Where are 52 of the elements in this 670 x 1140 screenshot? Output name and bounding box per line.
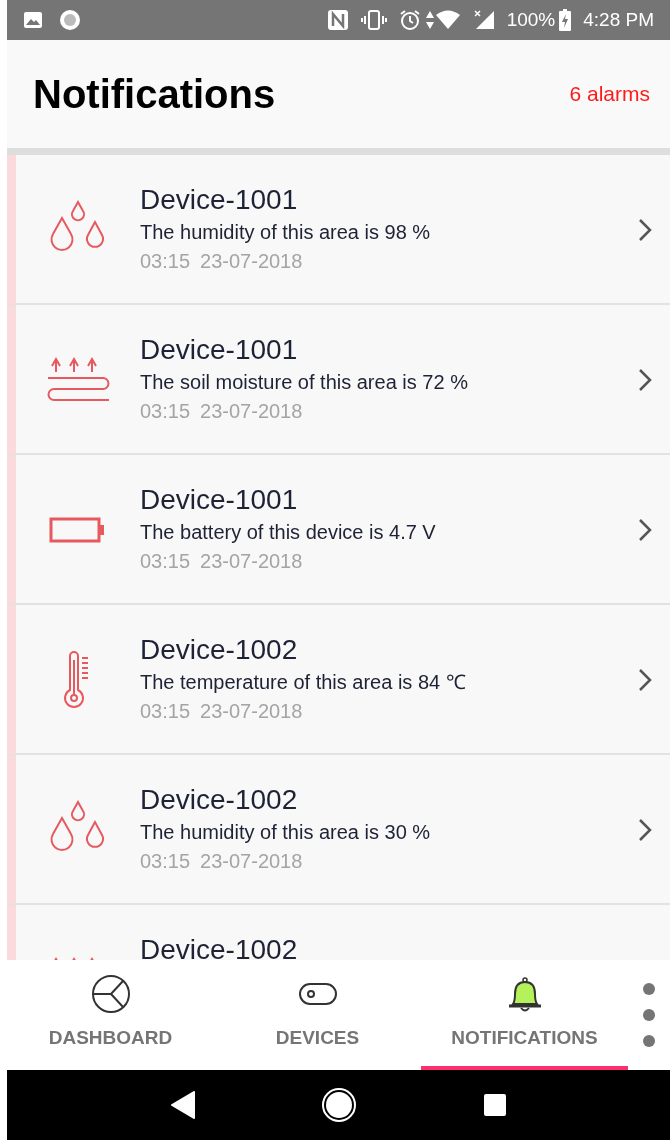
notification-date: 23-07-2018 [200,549,303,574]
chevron-right-icon [638,818,652,842]
notification-date: 23-07-2018 [200,249,303,274]
vibrate-icon [360,10,387,30]
notification-message: The battery of this device is 4.7 V [140,520,437,545]
battery-charging-icon [559,9,572,31]
device-name: Device-1001 [140,483,299,517]
nav-tab[interactable]: DEVICES [214,960,421,1070]
notification-time: 03:15 [140,849,191,874]
battery-percent: 100% [506,7,556,32]
notification-row[interactable]: Device-1002 The humidity of this area is 30 % 03:15 23-07-2018 [7,755,670,905]
alarm-icon [398,9,421,31]
chevron-right-icon [638,668,652,692]
page-title: Notifications [33,71,276,118]
device-name: Device-1001 [140,333,299,367]
back-icon[interactable] [169,1091,196,1119]
notification-message: The humidity of this area is 98 % [140,220,432,245]
notification-date: 23-07-2018 [200,699,303,724]
device-name: Device-1001 [140,183,299,217]
device-name: Device-1002 [140,633,299,667]
notification-row[interactable]: Device-1001 The battery of this device is 4.7 V 03:15 23-07-2018 [7,455,670,605]
chevron-right-icon [638,218,652,242]
record-icon [59,9,81,31]
notification-time: 03:15 [140,399,191,424]
soil-moisture-icon [46,357,110,403]
notification-row[interactable]: Device-1002 The temperature of this area is 84 ℃ 03:15 23-07-2018 [7,605,670,755]
more-icon[interactable] [642,982,656,1048]
nav-tab[interactable]: DASHBOARD [7,960,214,1070]
nfc-icon [326,9,349,31]
notification-row[interactable]: Device-1001 The humidity of this area is 98 % 03:15 23-07-2018 [7,155,670,305]
notification-date: 23-07-2018 [200,849,303,874]
image-icon [23,11,43,29]
data-arrows-icon [424,10,435,30]
notification-row[interactable]: Device-1001 The soil moisture of this area is 72 % 03:15 23-07-2018 [7,305,670,455]
notification-message: The humidity of this area is 30 % [140,820,432,845]
notification-message: The soil moisture of this area is 72 % [140,370,469,395]
pie-chart-icon [90,973,131,1014]
toggle-icon [297,980,338,1007]
alarm-count: 6 alarms [569,81,650,108]
notification-time: 03:15 [140,249,191,274]
home-icon[interactable] [321,1087,358,1123]
notification-time: 03:15 [140,549,191,574]
chevron-right-icon [638,518,652,542]
notification-message: The temperature of this area is 84 ℃ [140,670,467,695]
recents-icon[interactable] [483,1093,508,1117]
device-name: Device-1002 [140,783,299,817]
clock-time: 4:28 PM [583,7,654,32]
device-name: Device-1002 [140,933,299,960]
signal-icon [472,10,495,30]
chevron-right-icon [638,368,652,392]
notification-date: 23-07-2018 [200,399,303,424]
notification-time: 03:15 [140,699,191,724]
